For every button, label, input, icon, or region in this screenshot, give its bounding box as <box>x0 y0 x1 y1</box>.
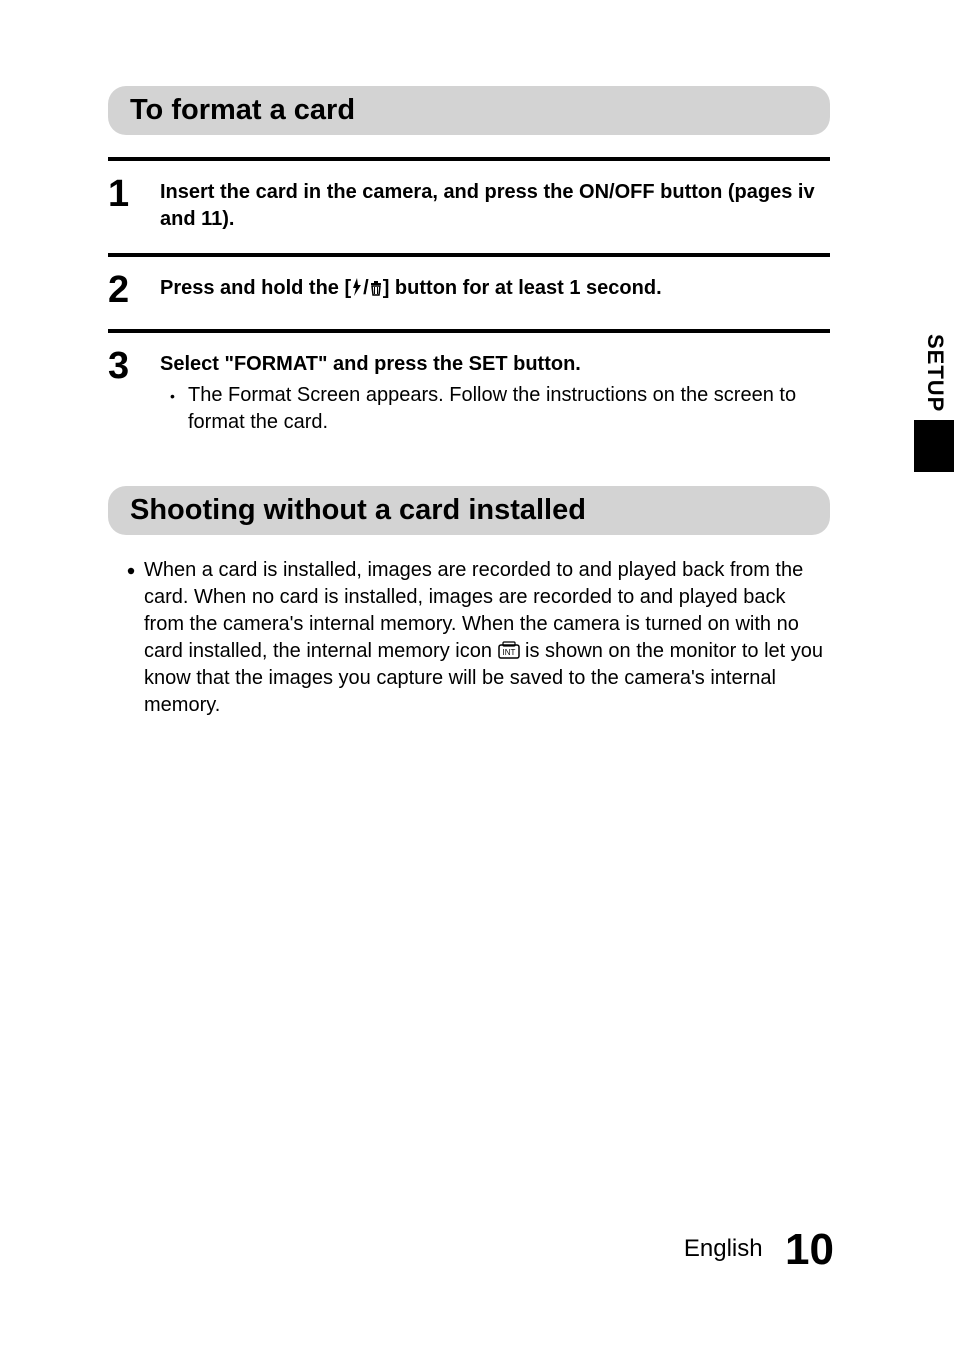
step-title-after: ] button for at least 1 second. <box>383 277 662 299</box>
step-body: Press and hold the [/] button for at lea… <box>160 271 830 309</box>
side-tab-label: SETUP <box>922 334 948 412</box>
page-content: To format a card 1 Insert the card in th… <box>108 86 830 719</box>
section-heading-format-card: To format a card <box>108 86 830 135</box>
step-number: 2 <box>108 271 160 309</box>
bullet-text: When a card is installed, images are rec… <box>144 557 830 719</box>
disc-icon <box>126 566 136 576</box>
step-body: Select "FORMAT" and press the SET button… <box>160 347 830 436</box>
section-heading-no-card: Shooting without a card installed <box>108 486 830 535</box>
footer-page-number: 10 <box>785 1225 834 1274</box>
step-body: Insert the card in the camera, and press… <box>160 175 830 233</box>
step-sub-list: The Format Screen appears. Follow the in… <box>160 382 830 436</box>
internal-memory-icon: INT <box>498 641 520 659</box>
section-heading-text: Shooting without a card installed <box>130 494 808 527</box>
step-title-before: Press and hold the [ <box>160 277 351 299</box>
bullet-item: When a card is installed, images are rec… <box>126 557 830 719</box>
bullet-dot-icon <box>126 557 144 719</box>
step-title: Press and hold the [/] button for at lea… <box>160 275 830 302</box>
svg-text:INT: INT <box>502 648 515 657</box>
step-1: 1 Insert the card in the camera, and pre… <box>108 157 830 253</box>
step-title: Select "FORMAT" and press the SET button… <box>160 351 830 378</box>
trash-icon <box>369 280 383 296</box>
footer-language: English <box>684 1235 763 1262</box>
step-sub-item: The Format Screen appears. Follow the in… <box>188 382 830 436</box>
side-tab-marker <box>914 420 954 472</box>
steps-list: 1 Insert the card in the camera, and pre… <box>108 157 830 456</box>
step-2: 2 Press and hold the [/] button for at l… <box>108 253 830 329</box>
section-heading-text: To format a card <box>130 94 808 127</box>
step-number: 1 <box>108 175 160 233</box>
manual-page: To format a card 1 Insert the card in th… <box>0 0 954 1345</box>
step-title: Insert the card in the camera, and press… <box>160 179 830 233</box>
section2-paragraph: When a card is installed, images are rec… <box>126 557 830 719</box>
step-number: 3 <box>108 347 160 436</box>
flash-icon <box>351 278 363 296</box>
side-tab: SETUP <box>914 328 954 472</box>
step-3: 3 Select "FORMAT" and press the SET butt… <box>108 329 830 456</box>
page-footer: English 10 <box>0 1225 954 1275</box>
